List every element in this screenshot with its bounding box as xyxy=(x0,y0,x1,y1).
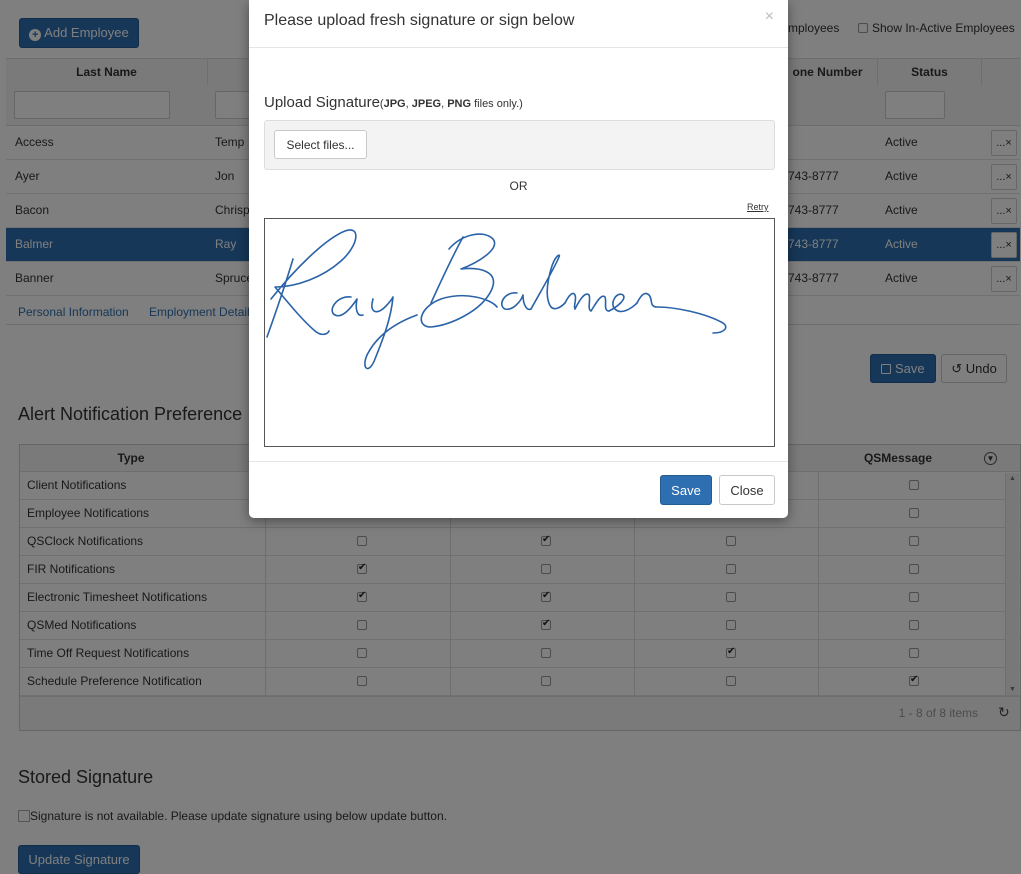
fmt-jpeg: JPEG xyxy=(411,98,442,110)
fmt-png: PNG xyxy=(447,98,472,110)
modal-footer-divider xyxy=(249,461,788,462)
modal-save-button[interactable]: Save xyxy=(660,475,712,505)
select-files-button[interactable]: Select files... xyxy=(274,130,367,159)
upload-label-text: Upload Signature xyxy=(264,94,380,111)
retry-link[interactable]: Retry xyxy=(747,202,769,212)
modal-title: Please upload fresh signature or sign be… xyxy=(264,12,575,29)
signature-modal: Please upload fresh signature or sign be… xyxy=(249,0,788,518)
upload-dropzone[interactable]: Select files... xyxy=(264,120,775,170)
modal-header-divider xyxy=(249,47,788,48)
modal-close-button[interactable]: Close xyxy=(719,475,775,505)
upload-signature-label: Upload Signature(JPG, JPEG, PNG files on… xyxy=(264,94,523,111)
fmt-tail: files only.) xyxy=(471,98,523,110)
fmt-jpg: JPG xyxy=(383,98,406,110)
signature-pad[interactable] xyxy=(264,218,775,447)
or-separator: OR xyxy=(509,179,528,193)
signature-drawing xyxy=(266,229,727,370)
close-icon[interactable]: × xyxy=(765,8,774,26)
